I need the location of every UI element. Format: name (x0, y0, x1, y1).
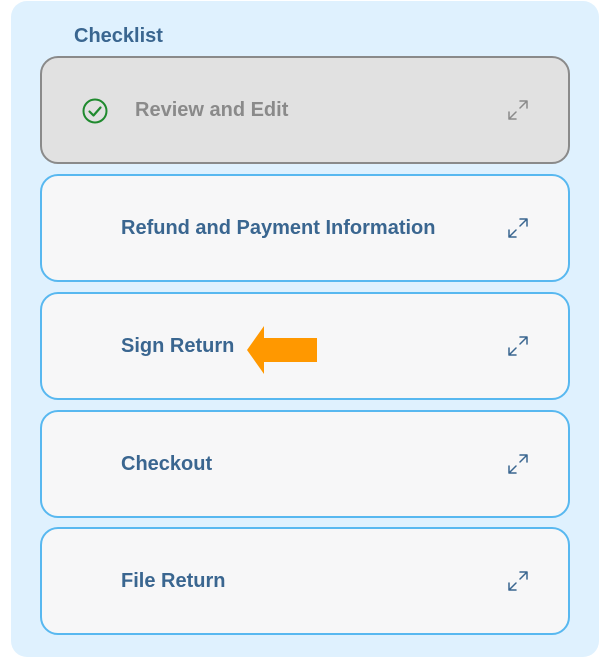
expand-icon[interactable] (506, 98, 530, 122)
expand-icon[interactable] (506, 452, 530, 476)
checklist-item-label: Sign Return (121, 335, 235, 357)
checklist-title: Checklist (74, 25, 163, 47)
checklist-item-label: Checkout (121, 453, 213, 475)
checklist-item-file-return[interactable]: File Return (40, 527, 570, 635)
checklist-item-checkout[interactable]: Checkout (40, 410, 570, 518)
arrow-left-icon (247, 326, 317, 374)
checklist-item-label: Review and Edit (135, 99, 289, 121)
checklist-item-refund-and-payment[interactable]: Refund and Payment Information (40, 174, 570, 282)
expand-icon[interactable] (506, 216, 530, 240)
expand-icon[interactable] (506, 334, 530, 358)
checklist-item-label: Refund and Payment Information (121, 217, 436, 239)
check-circle-icon (82, 98, 108, 124)
checklist-item-label: File Return (121, 570, 226, 592)
expand-icon[interactable] (506, 569, 530, 593)
checklist-item-review-and-edit[interactable]: Review and Edit (40, 56, 570, 164)
